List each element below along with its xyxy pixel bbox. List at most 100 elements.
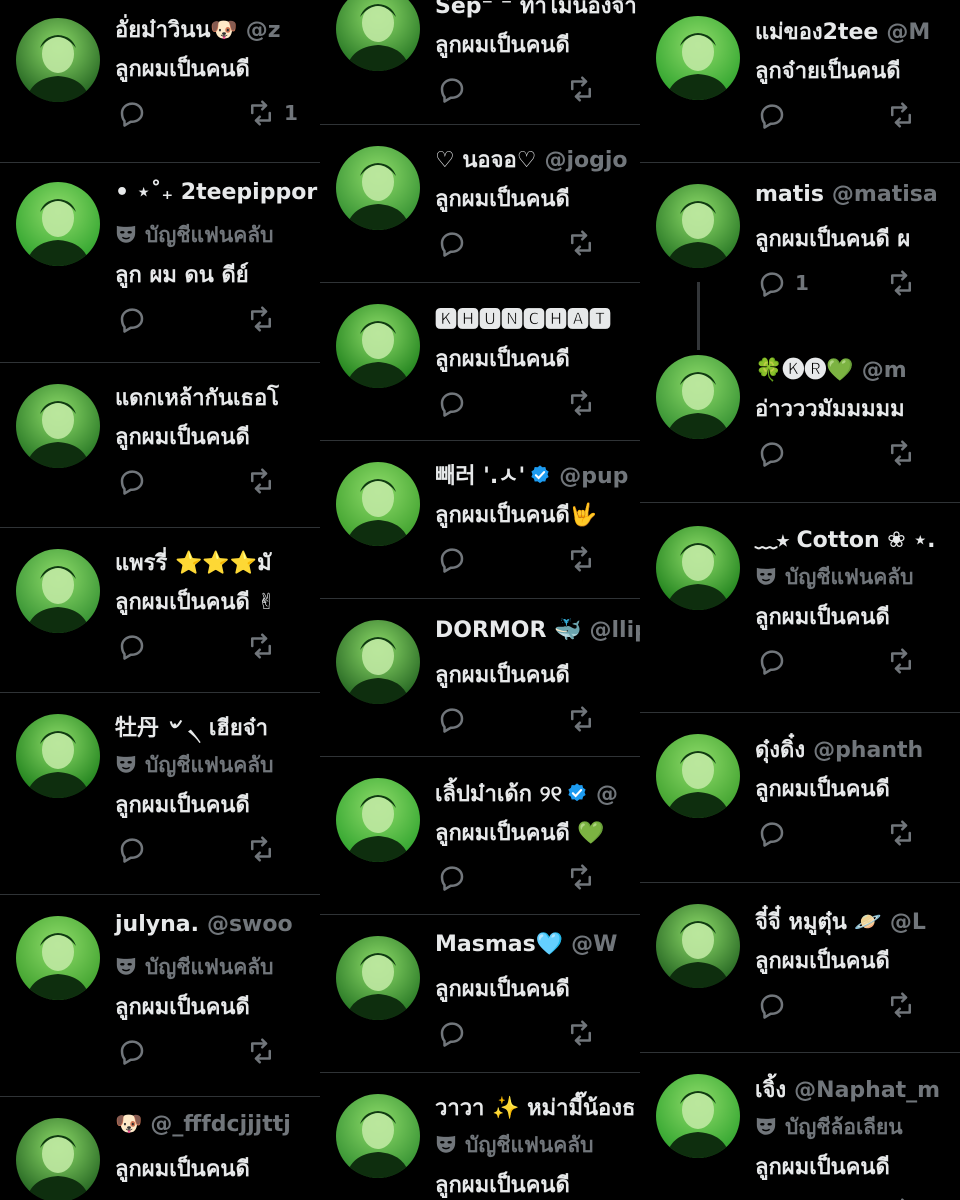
tweet-card[interactable]: julyna. @swoo บัญชีแฟนคลับ ลูกผมเป็นคนดี [0, 894, 320, 1097]
display-name[interactable]: ♡ นอจอ♡ [435, 148, 536, 173]
display-name[interactable]: จี๋จี๋ หมูตุ๋น 🪐 [755, 910, 882, 935]
author-line[interactable]: DORMOR 🐳 @llip [435, 618, 640, 643]
avatar[interactable] [656, 355, 740, 439]
user-handle[interactable]: @m [862, 358, 907, 383]
avatar[interactable] [336, 778, 420, 862]
avatar[interactable] [16, 916, 100, 1000]
avatar[interactable] [656, 904, 740, 988]
avatar[interactable] [16, 1118, 100, 1200]
user-handle[interactable]: @pup [559, 464, 628, 489]
reply-button[interactable] [757, 990, 787, 1020]
display-name[interactable]: ﹏⭒ Cotton ❀ ⋆. [755, 528, 936, 553]
tweet-card[interactable]: ♡ นอจอ♡ @jogjo ลูกผมเป็นคนดี [320, 124, 640, 283]
retweet-button[interactable] [566, 862, 596, 892]
avatar[interactable] [656, 526, 740, 610]
retweet-button[interactable] [246, 466, 276, 496]
user-handle[interactable]: @_fffdcjjjttj [150, 1112, 290, 1137]
display-name[interactable]: อั่ยม๋าวินน🐶 [115, 18, 238, 43]
reply-button[interactable] [757, 818, 787, 848]
author-line[interactable]: แพรรี่ ⭐⭐⭐มั [115, 545, 272, 580]
avatar[interactable] [16, 384, 100, 468]
user-handle[interactable]: @z [246, 18, 281, 43]
user-handle[interactable]: @swoo [207, 912, 293, 937]
reply-button[interactable] [757, 438, 787, 468]
user-handle[interactable]: @llip [590, 618, 641, 643]
retweet-button[interactable] [886, 818, 916, 848]
tweet-card[interactable]: Masmas🩵 @W ลูกผมเป็นคนดี [320, 914, 640, 1073]
retweet-button[interactable] [246, 834, 276, 864]
reply-button[interactable] [437, 228, 467, 258]
user-handle[interactable]: @jogjo [544, 148, 627, 173]
reply-button[interactable] [757, 100, 787, 130]
tweet-card[interactable]: Sep⁻ ⁻ ทำไมน้องจ๋า ลูกผมเป็นคนดี [320, 0, 640, 125]
retweet-button[interactable] [566, 704, 596, 734]
tweet-card[interactable]: แดกเหล้ากันเธอโ ลูกผมเป็นคนดี [0, 362, 320, 528]
retweet-button[interactable] [886, 1196, 916, 1200]
display-name[interactable]: 빼러 '.ㅅ' [435, 464, 525, 489]
retweet-button[interactable] [566, 388, 596, 418]
tweet-card[interactable]: matis @matisa ลูกผมเป็นคนดี ผ 1 [640, 162, 960, 337]
avatar[interactable] [16, 18, 100, 102]
user-handle[interactable]: @Naphat_m [794, 1078, 940, 1103]
reply-button[interactable] [117, 304, 147, 334]
reply-button[interactable] [437, 704, 467, 734]
avatar[interactable] [656, 16, 740, 100]
tweet-card[interactable]: แพรรี่ ⭐⭐⭐มั ลูกผมเป็นคนดี ✌ [0, 527, 320, 693]
retweet-button[interactable] [246, 1036, 276, 1066]
avatar[interactable] [336, 936, 420, 1020]
retweet-button[interactable] [566, 544, 596, 574]
author-line[interactable]: julyna. @swoo [115, 912, 293, 937]
retweet-button[interactable] [246, 631, 276, 661]
retweet-button[interactable] [886, 646, 916, 676]
tweet-card[interactable]: ﹏⭒ Cotton ❀ ⋆. บัญชีแฟนคลับ ลูกผมเป็นคนดี [640, 502, 960, 713]
display-name[interactable]: matis [755, 182, 824, 207]
display-name[interactable]: • ⋆˚₊ 2teepippor [115, 180, 317, 205]
reply-button[interactable] [117, 98, 147, 128]
author-line[interactable]: ดุ๋งดิ๋ง @phanth [755, 732, 923, 767]
reply-button[interactable] [437, 74, 467, 104]
retweet-button[interactable] [566, 228, 596, 258]
tweet-card[interactable]: เลิ้ปม๋าเด้ก ୨୧ @ ลูกผมเป็นคนดี 💚 [320, 756, 640, 915]
reply-button[interactable] [437, 862, 467, 892]
avatar[interactable] [656, 734, 740, 818]
tweet-card[interactable]: 빼러 '.ㅅ' @pup ลูกผมเป็นคนดี🤟 [320, 440, 640, 599]
author-line[interactable]: อั่ยม๋าวินน🐶 @z [115, 12, 281, 47]
author-line[interactable]: 🐶 @_fffdcjjjttj [115, 1112, 291, 1137]
retweet-button[interactable] [246, 304, 276, 334]
reply-button[interactable] [437, 544, 467, 574]
retweet-button[interactable] [886, 990, 916, 1020]
avatar[interactable] [336, 462, 420, 546]
author-line[interactable]: Sep⁻ ⁻ ทำไมน้องจ๋า [435, 0, 637, 23]
retweet-button[interactable] [566, 74, 596, 104]
display-name[interactable]: วาวา ✨ หม่ามี๊น้องธ [435, 1096, 635, 1121]
user-handle[interactable]: @matisa [832, 182, 938, 207]
reply-button[interactable] [437, 388, 467, 418]
author-line[interactable]: แม่ของ2tee @M [755, 14, 930, 49]
tweet-card[interactable]: • ⋆˚₊ 2teepippor บัญชีแฟนคลับ ลูก ผม ดน ดี… [0, 162, 320, 363]
display-name[interactable]: Sep⁻ ⁻ ทำไมน้องจ๋า [435, 0, 637, 19]
author-line[interactable]: จี๋จี๋ หมูตุ๋น 🪐 @L [755, 904, 926, 939]
author-line[interactable]: 牡丹 ৺ ৲ เฮียจ๋า [115, 710, 268, 748]
display-name[interactable]: เจิ้ง [755, 1078, 786, 1103]
avatar[interactable] [656, 184, 740, 268]
retweet-button[interactable] [566, 1018, 596, 1048]
tweet-card[interactable]: วาวา ✨ หม่ามี๊น้องธ บัญชีแฟนคลับ ลูกผมเป็น… [320, 1072, 640, 1200]
avatar[interactable] [16, 714, 100, 798]
avatar[interactable] [16, 182, 100, 266]
tweet-card[interactable]: 牡丹 ৺ ৲ เฮียจ๋า บัญชีแฟนคลับ ลูกผมเป็นคนดี [0, 692, 320, 895]
retweet-button[interactable] [886, 100, 916, 130]
retweet-button[interactable] [886, 438, 916, 468]
reply-button[interactable] [757, 646, 787, 676]
avatar[interactable] [336, 620, 420, 704]
tweet-card[interactable]: เจิ้ง @Naphat_m บัญชีล้อเลียน ลูกผมเป็นคนดี [640, 1052, 960, 1200]
avatar[interactable] [336, 304, 420, 388]
author-line[interactable]: ﹏⭒ Cotton ❀ ⋆. [755, 522, 936, 554]
reply-button[interactable]: 1 [757, 268, 809, 298]
reply-button[interactable] [117, 834, 147, 864]
reply-button[interactable] [757, 1196, 787, 1200]
display-name[interactable]: Masmas🩵 [435, 932, 563, 957]
avatar[interactable] [656, 1074, 740, 1158]
author-line[interactable]: 🅺🅷🆄🅽🅲🅷🅰🆃 [435, 302, 611, 334]
avatar[interactable] [16, 549, 100, 633]
display-name[interactable]: 牡丹 ৺ ৲ เฮียจ๋า [115, 716, 268, 741]
